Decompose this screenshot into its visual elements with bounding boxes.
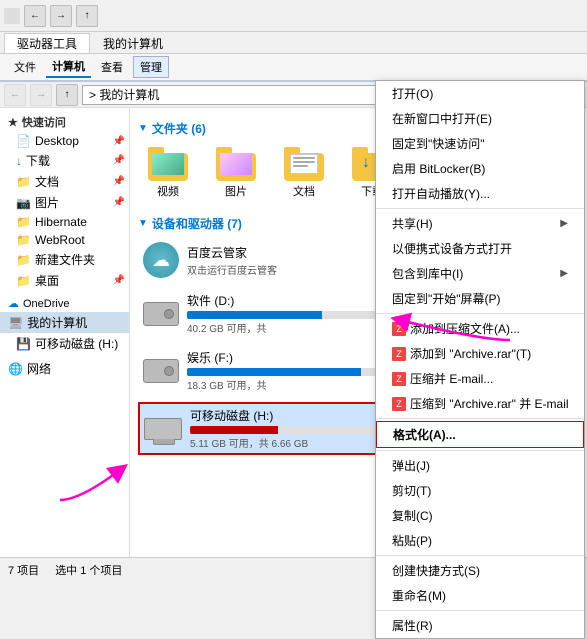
zip-icon1: Z	[392, 322, 406, 336]
ctx-sep2	[376, 313, 584, 314]
sidebar-item-download[interactable]: ↓ 下载 📌	[0, 150, 129, 171]
ctx-add-rar[interactable]: Z 添加到 "Archive.rar"(T)	[376, 341, 584, 366]
chevron-down-icon: ▼	[138, 123, 148, 134]
ctx-eject[interactable]: 弹出(J)	[376, 453, 584, 478]
ctx-share-arrow: ▶	[560, 218, 568, 229]
ctx-portable[interactable]: 以便携式设备方式打开	[376, 236, 584, 261]
ctx-share[interactable]: 共享(H) ▶	[376, 211, 584, 236]
ribbon-tab-manage[interactable]: 管理	[133, 56, 169, 78]
sidebar-section-onedrive[interactable]: ☁ OneDrive	[0, 295, 129, 312]
desktop-icon: 📄	[16, 134, 31, 148]
ctx-library-arrow: ▶	[560, 268, 568, 279]
chevron-down-icon2: ▼	[138, 218, 148, 229]
ctx-sep4	[376, 450, 584, 451]
folder-docs[interactable]: 文档	[274, 143, 334, 203]
up-button[interactable]: ↑	[76, 5, 98, 27]
tab-driver-tools[interactable]: 驱动器工具	[4, 33, 90, 53]
network-icon: 🌐	[8, 362, 23, 376]
folder-pictures-icon	[216, 147, 256, 181]
folder-docs-label: 文档	[293, 183, 315, 199]
zip-icon3: Z	[392, 372, 406, 386]
sidebar-item-desktop[interactable]: 📄 Desktop 📌	[0, 132, 129, 150]
mycomputer-icon: 🖥	[8, 316, 23, 330]
hibernate-icon: 📁	[16, 215, 31, 229]
ribbon-file-tab: 文件 计算机 查看 管理	[8, 56, 169, 78]
folder-icon-small	[4, 8, 20, 24]
ctx-open-new[interactable]: 在新窗口中打开(E)	[376, 106, 584, 131]
folder-pictures-label: 图片	[225, 183, 247, 199]
docs-icon: 📁	[16, 175, 31, 189]
sidebar-item-hibernate[interactable]: 📁 Hibernate	[0, 213, 129, 231]
sidebar-item-removable[interactable]: 💾 可移动磁盘 (H:)	[0, 333, 129, 354]
sidebar-item-newfolder[interactable]: 📁 新建文件夹	[0, 249, 129, 270]
ctx-zip-email[interactable]: Z 压缩并 E-mail...	[376, 366, 584, 391]
status-items-count: 7 项目	[8, 562, 39, 578]
folder-video[interactable]: 视频	[138, 143, 198, 203]
sidebar: ★ 快速访问 📄 Desktop 📌 ↓ 下载 📌 📁 文档 📌 📷 图片 📌 …	[0, 108, 130, 557]
back-button[interactable]: ←	[24, 5, 46, 27]
sidebar-item-docs[interactable]: 📁 文档 📌	[0, 171, 129, 192]
ribbon-area: 文件 计算机 查看 管理	[0, 54, 587, 82]
drive-software-icon	[143, 302, 179, 326]
ctx-paste[interactable]: 粘贴(P)	[376, 528, 584, 553]
desktop2-icon: 📁	[16, 274, 31, 288]
ctx-shortcut[interactable]: 创建快捷方式(S)	[376, 558, 584, 583]
ctx-autoplay[interactable]: 打开自动播放(Y)...	[376, 181, 584, 206]
ctx-open[interactable]: 打开(O)	[376, 81, 584, 106]
ctx-zip-rar-email[interactable]: Z 压缩到 "Archive.rar" 并 E-mail	[376, 391, 584, 416]
ribbon-tab-computer[interactable]: 计算机	[46, 56, 91, 78]
sidebar-item-mycomputer[interactable]: 🖥 我的计算机	[0, 312, 129, 333]
pictures-icon: 📷	[16, 196, 31, 210]
drive-removable-fill	[190, 426, 278, 434]
address-path: > 我的计算机	[89, 86, 159, 103]
sidebar-item-webroot[interactable]: 📁 WebRoot	[0, 231, 129, 249]
baidu-cloud-icon: ☁	[143, 242, 179, 278]
webroot-icon: 📁	[16, 233, 31, 247]
zip-icon2: Z	[392, 347, 406, 361]
sidebar-section-quick: ★ 快速访问	[0, 112, 129, 132]
sidebar-section-network[interactable]: 🌐 网络	[0, 358, 129, 379]
ctx-sep1	[376, 208, 584, 209]
folder-docs-icon	[284, 147, 324, 181]
ctx-sep3	[376, 418, 584, 419]
onedrive-icon: ☁	[8, 297, 19, 310]
nav-forward[interactable]: →	[30, 84, 52, 106]
ctx-add-archive[interactable]: Z 添加到压缩文件(A)...	[376, 316, 584, 341]
zip-icon4: Z	[392, 397, 406, 411]
ctx-pin-quick[interactable]: 固定到"快速访问"	[376, 131, 584, 156]
ctx-sep6	[376, 610, 584, 611]
folder-video-icon	[148, 147, 188, 181]
ctx-copy[interactable]: 复制(C)	[376, 503, 584, 528]
newfolder-icon: 📁	[16, 253, 31, 267]
forward-button[interactable]: →	[50, 5, 72, 27]
ribbon-tab-view[interactable]: 查看	[95, 57, 129, 77]
ctx-rename[interactable]: 重命名(M)	[376, 583, 584, 608]
title-bar-left: ← → ↑	[4, 5, 98, 27]
nav-back[interactable]: ←	[4, 84, 26, 106]
context-menu: 打开(O) 在新窗口中打开(E) 固定到"快速访问" 启用 BitLocker(…	[375, 80, 585, 639]
ctx-cut[interactable]: 剪切(T)	[376, 478, 584, 503]
sidebar-item-pictures[interactable]: 📷 图片 📌	[0, 192, 129, 213]
ribbon-tab-file[interactable]: 文件	[8, 57, 42, 77]
ribbon-tabs: 驱动器工具 我的计算机	[0, 32, 587, 54]
removable-icon: 💾	[16, 337, 31, 351]
drive-software-fill	[187, 311, 322, 319]
status-selected: 选中 1 个项目	[55, 562, 122, 578]
sidebar-item-desktop2[interactable]: 📁 桌面 📌	[0, 270, 129, 291]
drive-entertainment-fill	[187, 368, 361, 376]
ctx-format[interactable]: 格式化(A)...	[376, 421, 584, 448]
ctx-bitlocker[interactable]: 启用 BitLocker(B)	[376, 156, 584, 181]
ctx-pin-start[interactable]: 固定到"开始"屏幕(P)	[376, 286, 584, 311]
drive-removable-icon	[144, 418, 182, 440]
folder-pictures[interactable]: 图片	[206, 143, 266, 203]
ctx-properties[interactable]: 属性(R)	[376, 613, 584, 638]
folder-video-label: 视频	[157, 183, 179, 199]
nav-up[interactable]: ↑	[56, 84, 78, 106]
tab-my-computer[interactable]: 我的计算机	[90, 33, 176, 53]
title-bar: ← → ↑	[0, 0, 587, 32]
ctx-library[interactable]: 包含到库中(I) ▶	[376, 261, 584, 286]
download-icon: ↓	[16, 154, 22, 168]
drive-entertainment-icon	[143, 359, 179, 383]
ctx-sep5	[376, 555, 584, 556]
